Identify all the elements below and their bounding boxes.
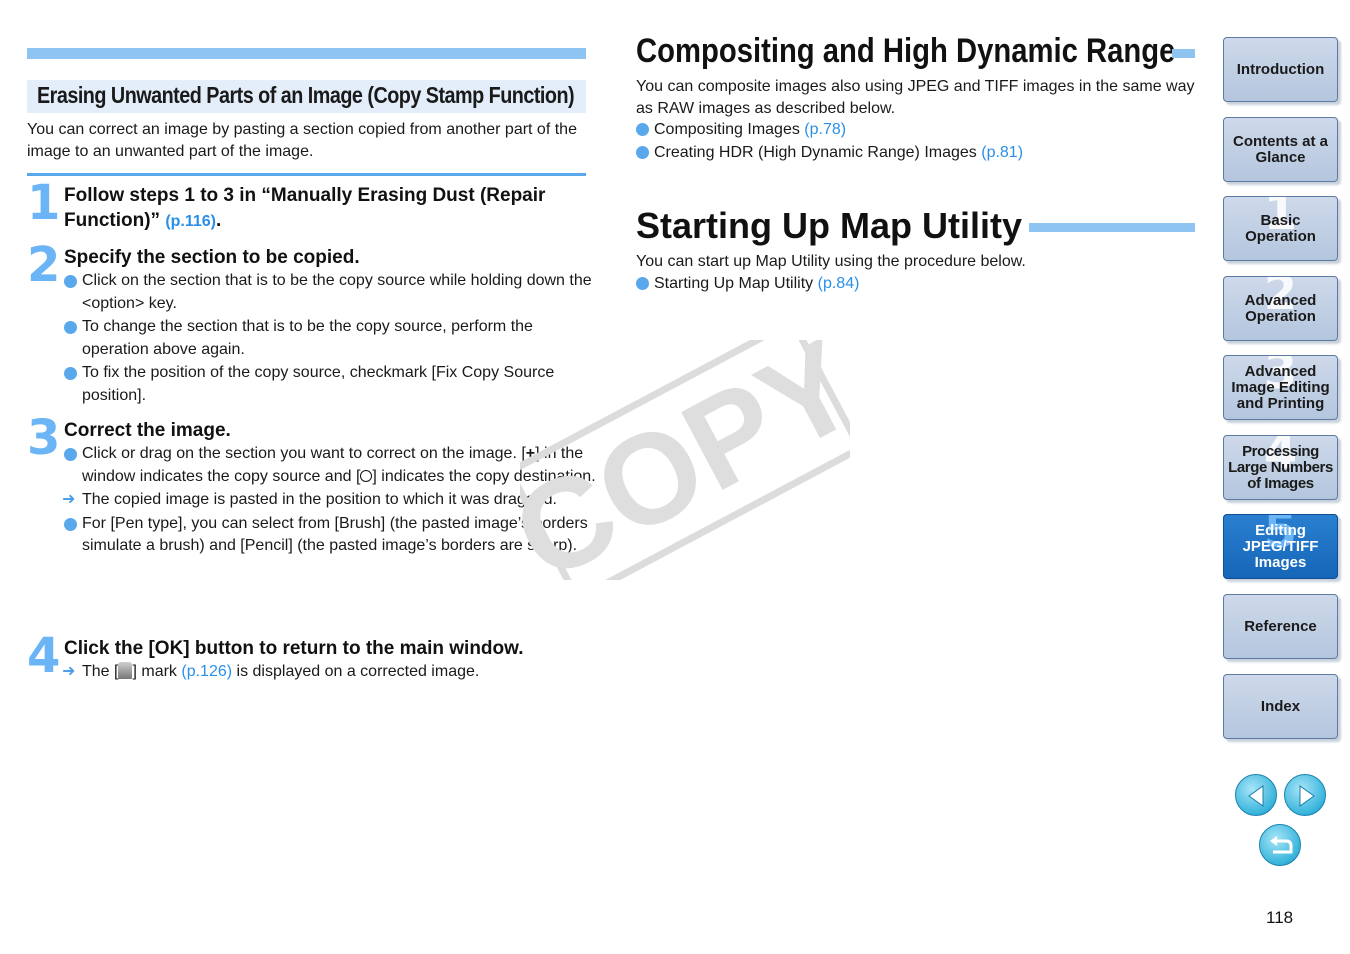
step-3: 3 Correct the image. Click or drag on th… xyxy=(27,414,597,559)
return-button[interactable] xyxy=(1259,824,1301,866)
step-items: Click on the section that is to be the c… xyxy=(64,270,597,407)
heading-compositing: Compositing and High Dynamic Range xyxy=(636,32,1176,70)
step-heading: Click the [OK] button to return to the m… xyxy=(64,638,524,659)
step-number: 1 xyxy=(27,175,60,231)
list-item: ➜ The [] mark (p.126) is displayed on a c… xyxy=(62,661,597,684)
page-link-78[interactable]: (p.78) xyxy=(804,121,846,138)
arrow-left-icon xyxy=(1248,785,1264,807)
nav-index[interactable]: Index xyxy=(1223,674,1338,739)
step-number: 2 xyxy=(27,237,60,293)
nav-basic-operation[interactable]: 1 Basic Operation xyxy=(1223,196,1338,261)
step-number: 3 xyxy=(27,410,60,466)
list-item: To change the section that is to be the … xyxy=(64,316,597,361)
crosshair-icon: + xyxy=(525,445,536,462)
step-items: ➜ The [] mark (p.126) is displayed on a c… xyxy=(62,661,597,684)
intro-text: You can correct an image by pasting a se… xyxy=(27,121,577,160)
map-section: You can start up Map Utility using the p… xyxy=(636,251,1196,294)
list-item: Compositing Images (p.78) xyxy=(636,119,1196,141)
list-item: Click or drag on the section you want to… xyxy=(64,443,597,488)
next-page-button[interactable] xyxy=(1284,774,1326,816)
return-icon xyxy=(1270,836,1293,854)
page-link-116[interactable]: (p.116) xyxy=(165,213,216,230)
bullet-icon xyxy=(64,321,77,334)
bullet-icon xyxy=(64,367,77,380)
step-heading: Correct the image. xyxy=(64,420,231,441)
arrow-right-icon: ➜ xyxy=(62,491,76,508)
page-link-84[interactable]: (p.84) xyxy=(818,275,860,292)
section-title: Erasing Unwanted Parts of an Image (Copy… xyxy=(27,80,586,113)
compositing-text: You can composite images also using JPEG… xyxy=(636,78,1195,117)
bullet-icon xyxy=(64,517,77,531)
heading-map-utility: Starting Up Map Utility xyxy=(636,205,1022,246)
bullet-icon xyxy=(64,275,77,288)
circle-cursor-icon xyxy=(360,469,373,482)
step-1: 1 Follow steps 1 to 3 in “Manually Erasi… xyxy=(27,179,597,234)
stamp-mark-icon xyxy=(118,662,133,679)
bullet-icon xyxy=(636,123,649,136)
top-accent-bar xyxy=(27,48,586,59)
list-item: Click on the section that is to be the c… xyxy=(64,270,597,315)
step-items: Click or drag on the section you want to… xyxy=(62,443,597,558)
heading-accent-bar xyxy=(1172,49,1195,58)
arrow-right-icon xyxy=(1299,785,1315,807)
nav-reference[interactable]: Reference xyxy=(1223,594,1338,659)
step-2: 2 Specify the section to be copied. Clic… xyxy=(27,241,597,408)
bullet-icon xyxy=(64,448,77,461)
bullet-icon xyxy=(636,276,649,290)
list-item: Starting Up Map Utility (p.84) xyxy=(636,273,1196,295)
heading-accent-bar xyxy=(1029,223,1195,232)
map-text: You can start up Map Utility using the p… xyxy=(636,253,1026,270)
step-number: 4 xyxy=(27,628,60,684)
nav-contents-at-a-glance[interactable]: Contents at a Glance xyxy=(1223,117,1338,182)
step-heading: Specify the section to be copied. xyxy=(64,247,360,268)
arrow-right-icon: ➜ xyxy=(62,663,76,680)
list-item: To fix the position of the copy source, … xyxy=(64,362,597,407)
list-item: Creating HDR (High Dynamic Range) Images… xyxy=(636,142,1196,164)
page-link-126[interactable]: (p.126) xyxy=(181,663,232,680)
nav-advanced-image-editing[interactable]: 3 Advanced Image Editing and Printing xyxy=(1223,355,1338,420)
compositing-section: You can composite images also using JPEG… xyxy=(636,76,1196,163)
step-heading: Follow steps 1 to 3 in “Manually Erasing… xyxy=(64,185,546,231)
page-link-81[interactable]: (p.81) xyxy=(981,144,1023,161)
nav-introduction[interactable]: Introduction xyxy=(1223,37,1338,102)
nav-advanced-operation[interactable]: 2 Advanced Operation xyxy=(1223,276,1338,341)
list-item: ➜ The copied image is pasted in the posit… xyxy=(62,489,597,512)
bullet-icon xyxy=(636,145,649,159)
page-number: 118 xyxy=(1266,908,1294,927)
previous-page-button[interactable] xyxy=(1235,774,1277,816)
nav-editing-jpeg-tiff[interactable]: 5 Editing JPEG/TIFF Images xyxy=(1223,514,1338,579)
nav-processing-large-numbers[interactable]: 4 Processing Large Numbers of Images xyxy=(1223,435,1338,500)
step-4: 4 Click the [OK] button to return to the… xyxy=(27,632,597,685)
list-item: For [Pen type], you can select from [Bru… xyxy=(64,513,597,558)
steps-divider xyxy=(27,173,586,176)
